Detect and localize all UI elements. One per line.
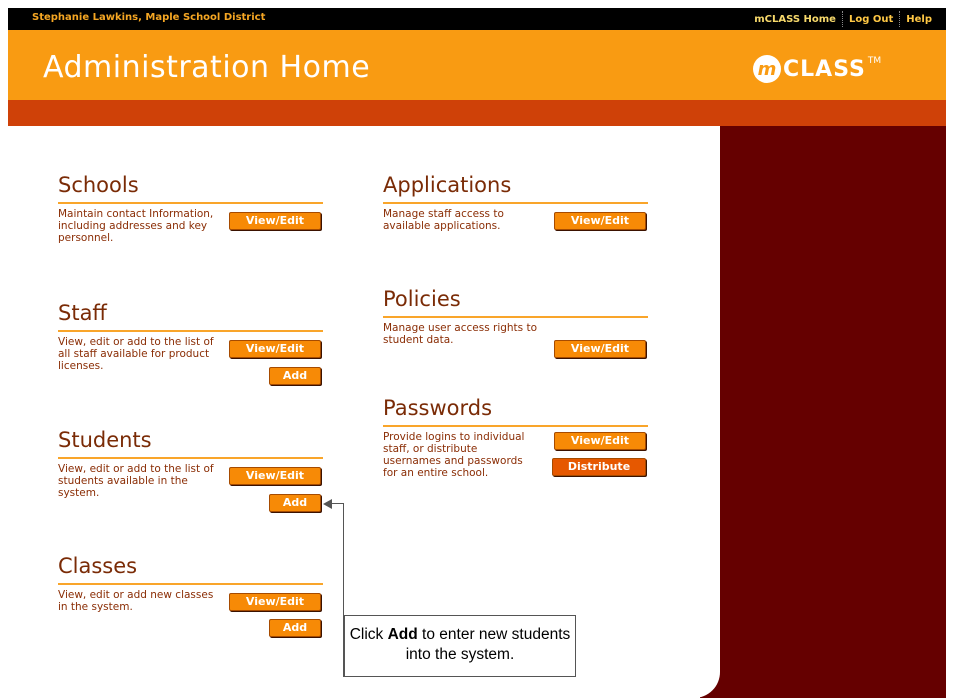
schools-title: Schools	[58, 172, 323, 204]
classes-section: Classes View, edit or add new classes in…	[58, 553, 323, 637]
students-description: View, edit or add to the list of student…	[58, 463, 214, 499]
applications-view-edit-button[interactable]: View/Edit	[554, 212, 646, 230]
passwords-view-edit-button[interactable]: View/Edit	[554, 432, 646, 450]
passwords-distribute-button[interactable]: Distribute	[552, 458, 646, 476]
callout-text-pre: Click	[349, 626, 388, 643]
students-title: Students	[58, 427, 323, 459]
classes-add-button[interactable]: Add	[269, 619, 321, 637]
callout-text-post: to enter new students into the system.	[405, 626, 571, 663]
classes-description: View, edit or add new classes in the sys…	[58, 589, 214, 613]
page-title: Administration Home	[43, 50, 371, 85]
top-nav: mCLASS Home Log Out Help	[748, 8, 938, 30]
schools-section: Schools Maintain contact Information, in…	[58, 172, 323, 244]
callout-text-bold: Add	[387, 626, 418, 643]
applications-title: Applications	[383, 172, 648, 204]
top-bar: Stephanie Lawkins, Maple School District…	[8, 8, 946, 30]
passwords-section: Passwords Provide logins to individual s…	[383, 395, 648, 479]
page-header: Administration Home m CLASS TM	[8, 30, 946, 100]
classes-view-edit-button[interactable]: View/Edit	[229, 593, 321, 611]
passwords-title: Passwords	[383, 395, 648, 427]
students-add-button[interactable]: Add	[269, 494, 321, 512]
logo-text: CLASS	[783, 56, 866, 82]
user-label: Stephanie Lawkins, Maple School District	[32, 12, 266, 23]
policies-view-edit-button[interactable]: View/Edit	[554, 340, 646, 358]
mclass-logo: m CLASS TM	[753, 54, 881, 84]
side-panel	[700, 126, 946, 698]
applications-section: Applications Manage staff access to avai…	[383, 172, 648, 232]
policies-title: Policies	[383, 286, 648, 318]
logo-m-icon: m	[753, 55, 781, 83]
log-out-link[interactable]: Log Out	[843, 14, 899, 25]
students-section: Students View, edit or add to the list o…	[58, 427, 323, 512]
students-view-edit-button[interactable]: View/Edit	[229, 467, 321, 485]
staff-title: Staff	[58, 300, 323, 332]
applications-description: Manage staff access to available applica…	[383, 208, 504, 232]
staff-description: View, edit or add to the list of all sta…	[58, 336, 214, 372]
staff-add-button[interactable]: Add	[269, 367, 321, 385]
schools-view-edit-button[interactable]: View/Edit	[229, 212, 321, 230]
classes-title: Classes	[58, 553, 323, 585]
passwords-description: Provide logins to individual staff, or d…	[383, 431, 525, 479]
schools-description: Maintain contact Information, including …	[58, 208, 214, 244]
callout-arrow-icon	[323, 499, 332, 509]
staff-view-edit-button[interactable]: View/Edit	[229, 340, 321, 358]
instruction-callout: Click Add to enter new students into the…	[344, 615, 576, 677]
policies-section: Policies Manage user access rights to st…	[383, 286, 648, 358]
callout-connector	[343, 503, 344, 630]
mclass-home-link[interactable]: mCLASS Home	[748, 14, 842, 25]
logo-trademark: TM	[867, 56, 882, 66]
staff-section: Staff View, edit or add to the list of a…	[58, 300, 323, 385]
help-link[interactable]: Help	[900, 14, 938, 25]
policies-description: Manage user access rights to student dat…	[383, 322, 538, 346]
header-band	[8, 100, 946, 126]
